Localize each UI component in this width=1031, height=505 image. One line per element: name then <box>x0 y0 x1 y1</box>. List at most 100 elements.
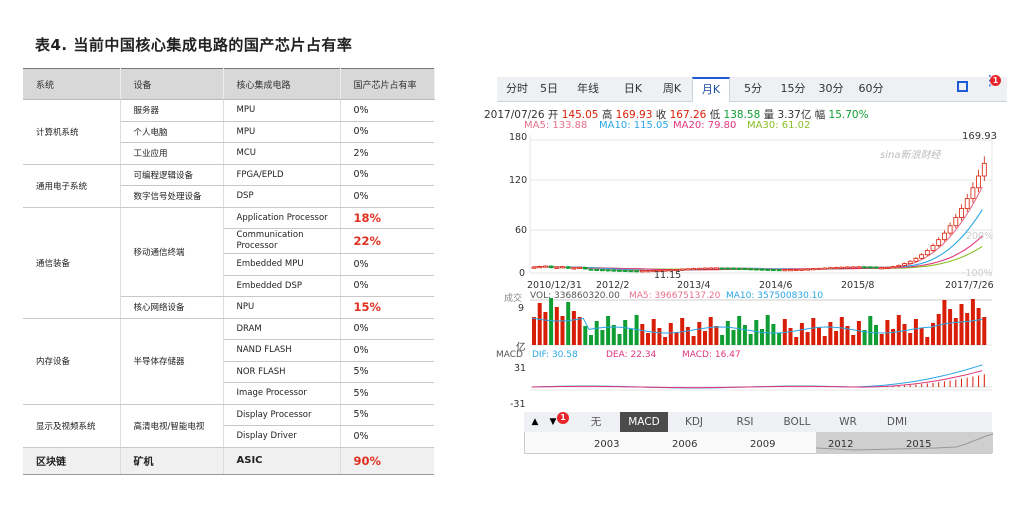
table-row-blockchain: 区块链 矿机 ASIC 90% <box>23 447 434 475</box>
tab-7[interactable]: 15分 <box>777 77 809 101</box>
indicator-tab-3[interactable]: RSI <box>722 412 768 432</box>
macd-axis-bottom: -31 <box>510 399 526 410</box>
nav-year-2006: 2006 <box>672 439 698 450</box>
amplitude-value: 15.70% <box>828 109 869 121</box>
share-cell: 5% <box>340 382 434 405</box>
tab-8[interactable]: 30分 <box>815 77 847 101</box>
indicator-tab-2[interactable]: KDJ <box>670 412 718 432</box>
system-cell: 内存设备 <box>23 318 121 405</box>
nav-year-2015: 2015 <box>906 439 932 450</box>
tab-4[interactable]: 周K <box>657 77 687 101</box>
sina-watermark: sina新浪财经 <box>880 150 941 161</box>
date-axis-5: 2017/7/26 <box>945 280 994 291</box>
indicator-tab-6[interactable]: DMI <box>874 412 920 432</box>
price-axis-0: 0 <box>519 268 526 279</box>
kline-chart[interactable] <box>480 130 1000 415</box>
more-menu-icon[interactable]: ⋮ <box>983 74 997 88</box>
tab-2[interactable]: 年线 <box>572 77 604 101</box>
share-cell: 0% <box>340 164 434 186</box>
share-cell: 5% <box>340 404 434 426</box>
notification-badge: 1 <box>990 75 1001 86</box>
table-row: 通信装备 移动通信终端 Application Processor 18% <box>23 207 434 319</box>
header-system: 系统 <box>23 68 121 100</box>
date-axis-4: 2015/8 <box>841 280 875 291</box>
device-cell: 核心网络设备 <box>120 296 224 319</box>
device-cell: 可编程逻辑设备 <box>120 164 224 186</box>
tab-5[interactable]: 月K <box>692 77 730 102</box>
price-axis-120: 120 <box>509 175 528 186</box>
volume-ma5: MA5: 396675137.20 <box>629 291 721 301</box>
device-cell: 高清电视/智能电视 <box>120 404 224 448</box>
volume-ma10: MA10: 357500830.10 <box>726 291 824 301</box>
ic-cell: NPU <box>223 296 341 319</box>
ic-cell: Image Processor <box>223 382 341 405</box>
share-cell: 0% <box>340 121 434 143</box>
indicator-tab-1[interactable]: MACD <box>620 412 668 432</box>
ic-cell: Display Driver <box>223 425 341 448</box>
ic-share-table: 系统 设备 核心集成电路 国产芯片占有率 计算机系统 服务器 MPU 0% 个人电脑 MP… <box>23 68 435 475</box>
header-ic: 核心集成电路 <box>223 68 341 100</box>
share-cell: 5% <box>340 361 434 383</box>
indicator-badge: 1 <box>557 412 569 424</box>
macd-axis-top: 31 <box>514 363 527 374</box>
ic-cell: NOR FLASH <box>223 361 341 383</box>
device-cell: 半导体存储器 <box>120 318 224 405</box>
fullscreen-icon[interactable] <box>957 81 968 92</box>
date-axis-1: 2012/2 <box>596 280 630 291</box>
table-row: 通用电子系统 可编程逻辑设备 FPGA/EPLD 0% <box>23 164 434 208</box>
nav-year-2009: 2009 <box>750 439 776 450</box>
tab-6[interactable]: 5分 <box>740 77 766 101</box>
indicator-tab-4[interactable]: BOLL <box>772 412 822 432</box>
collapse-up-icon[interactable]: ▲ <box>528 412 542 432</box>
share-cell: 0% <box>340 185 434 208</box>
share-cell: 0% <box>340 425 434 448</box>
pct-axis-200: 200% <box>966 231 994 242</box>
table-row: 计算机系统 服务器 MPU 0% <box>23 99 434 165</box>
ic-cell: NAND FLASH <box>223 339 341 362</box>
system-cell: 显示及视频系统 <box>23 404 121 448</box>
max-price-label: 169.93 <box>962 131 997 142</box>
macd-dea: DEA: 22.34 <box>606 350 657 360</box>
macd-title: MACD <box>496 350 523 360</box>
ic-cell: DSP <box>223 185 341 208</box>
table-title: 表4. 当前中国核心集成电路的国产芯片占有率 <box>35 36 353 54</box>
nav-year-2012: 2012 <box>828 439 854 450</box>
share-cell: 18% <box>340 207 434 229</box>
ic-cell: MCU <box>223 142 341 165</box>
table-header-row: 系统 设备 核心集成电路 国产芯片占有率 <box>23 68 435 100</box>
date-axis-0: 2010/12/31 <box>527 280 582 291</box>
device-cell: 服务器 <box>120 99 224 122</box>
ic-cell: MPU <box>223 121 341 143</box>
device-cell: 数字信号处理设备 <box>120 185 224 208</box>
share-cell: 0% <box>340 339 434 362</box>
ic-cell: ASIC <box>223 447 341 475</box>
header-device: 设备 <box>120 68 224 100</box>
share-cell: 0% <box>340 318 434 340</box>
tab-9[interactable]: 60分 <box>853 77 889 101</box>
volume-axis-top: 9 <box>518 303 525 314</box>
volume-vol: VOL: 336860320.00 <box>530 291 620 301</box>
tab-3[interactable]: 日K <box>618 77 648 101</box>
period-tab-bar: 分时 5日 年线 日K 周K 月K 5分 15分 30分 60分 <box>497 77 1007 102</box>
range-navigator[interactable]: 2003 2006 2009 2012 2015 <box>524 432 993 454</box>
ic-cell: DRAM <box>223 318 341 340</box>
system-cell: 区块链 <box>23 447 121 475</box>
macd-value: MACD: 16.47 <box>682 350 741 360</box>
price-axis-180: 180 <box>509 132 528 143</box>
macd-dif: DIF: 30.58 <box>532 350 578 360</box>
system-cell: 通信装备 <box>23 207 121 319</box>
share-cell: 22% <box>340 228 434 254</box>
ic-cell: Display Processor <box>223 404 341 426</box>
amplitude-label: 幅 <box>814 109 826 121</box>
device-cell: 个人电脑 <box>120 121 224 143</box>
indicator-tab-bar: ▲ ▼ 无 MACD KDJ RSI BOLL WR DMI <box>524 412 992 432</box>
ic-cell: Embedded MPU <box>223 253 341 276</box>
tab-1[interactable]: 5日 <box>534 77 564 101</box>
tab-0[interactable]: 分时 <box>502 77 532 101</box>
device-cell: 矿机 <box>120 447 224 475</box>
indicator-tab-5[interactable]: WR <box>826 412 870 432</box>
indicator-tab-0[interactable]: 无 <box>574 412 618 432</box>
ic-cell: Communication Processor <box>223 228 341 254</box>
system-cell: 计算机系统 <box>23 99 121 165</box>
share-cell: 15% <box>340 296 434 319</box>
